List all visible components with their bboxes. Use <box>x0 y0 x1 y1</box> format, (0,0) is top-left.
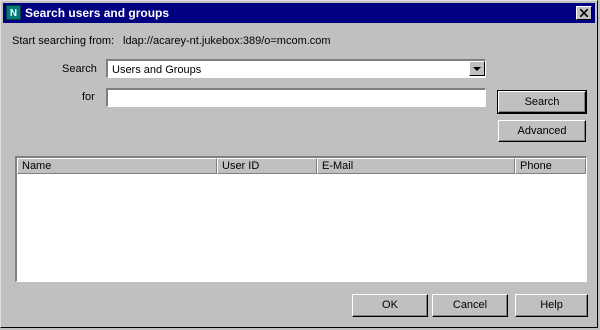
title-bar[interactable]: N Search users and groups <box>3 3 595 23</box>
column-header-phone[interactable]: Phone <box>515 158 586 174</box>
ok-button[interactable]: OK <box>352 294 428 317</box>
window-title: Search users and groups <box>25 6 170 20</box>
close-icon <box>580 9 588 17</box>
column-header-email[interactable]: E-Mail <box>317 158 515 174</box>
dropdown-button[interactable] <box>469 61 485 76</box>
search-dialog: N Search users and groups Start searchin… <box>0 0 598 328</box>
ldap-url: ldap://acarey-nt.jukebox:389/o=mcom.com <box>123 35 331 47</box>
netscape-icon: N <box>6 5 21 20</box>
search-label: Search <box>62 63 97 75</box>
search-button[interactable]: Search <box>497 90 587 114</box>
results-list[interactable]: Name User ID E-Mail Phone <box>15 156 587 282</box>
start-searching-label: Start searching from: <box>12 35 115 47</box>
search-input[interactable] <box>106 88 486 107</box>
column-header-name[interactable]: Name <box>17 158 217 174</box>
search-type-select[interactable]: Users and Groups <box>106 59 486 78</box>
advanced-button[interactable]: Advanced <box>498 120 586 142</box>
search-type-value: Users and Groups <box>112 64 202 76</box>
column-header-user-id[interactable]: User ID <box>217 158 317 174</box>
chevron-down-icon <box>473 67 481 71</box>
help-button[interactable]: Help <box>515 294 588 317</box>
cancel-button[interactable]: Cancel <box>432 294 508 317</box>
close-button[interactable] <box>576 6 592 20</box>
for-label: for <box>82 91 95 103</box>
